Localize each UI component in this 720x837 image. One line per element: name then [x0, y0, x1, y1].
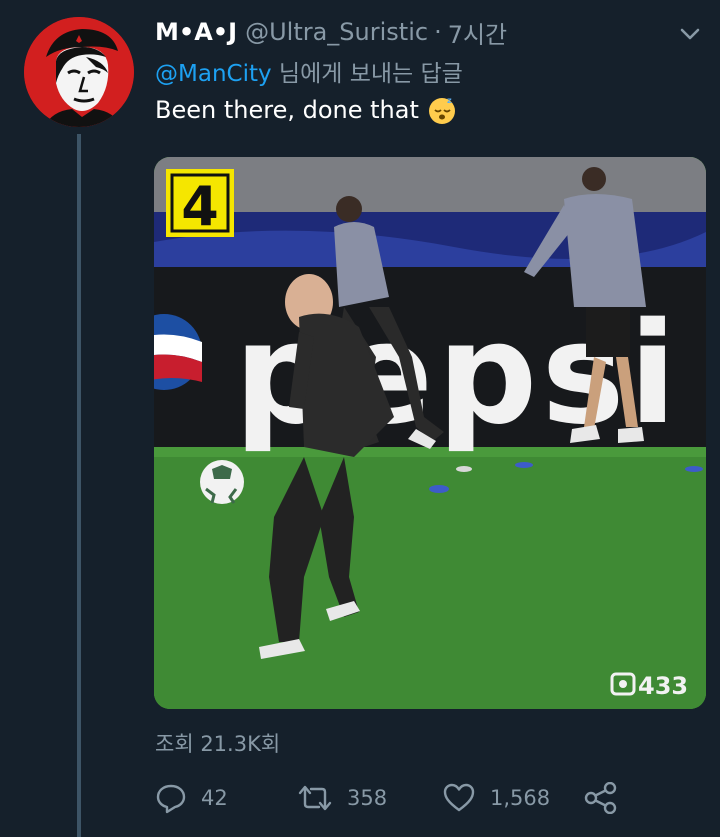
- view-count: 조회 21.3K회: [155, 732, 281, 756]
- share-button[interactable]: [583, 778, 633, 818]
- retweet-count: 358: [347, 786, 388, 810]
- display-name[interactable]: M•A•J: [155, 18, 237, 46]
- tweet[interactable]: M•A•J @Ultra_Suristic · 7시간 @ManCity 님에게…: [0, 0, 720, 837]
- tweet-header: M•A•J @Ultra_Suristic · 7시간: [155, 14, 660, 50]
- svg-text:z: z: [447, 96, 452, 105]
- reply-icon: [156, 784, 186, 814]
- reply-mention-link[interactable]: @ManCity: [155, 61, 272, 87]
- reply-to-line: @ManCity 님에게 보내는 답글: [155, 54, 463, 88]
- like-count: 1,568: [490, 786, 551, 810]
- tweet-text: Been there, done that z: [155, 95, 457, 125]
- ranking-number: 4: [181, 175, 219, 238]
- reply-button[interactable]: 42: [155, 778, 228, 818]
- watermark-text: 433: [638, 672, 688, 700]
- video-media[interactable]: pepsi 4 433: [154, 157, 706, 709]
- chevron-down-icon[interactable]: [676, 20, 704, 48]
- retweet-icon: [298, 785, 332, 811]
- avatar-portrait-icon: [24, 17, 134, 127]
- soccer-ball: [200, 460, 244, 504]
- heart-icon: [443, 783, 475, 812]
- user-handle[interactable]: @Ultra_Suristic: [245, 18, 428, 46]
- reply-suffix: 님에게 보내는 답글: [271, 61, 463, 87]
- thread-line: [77, 134, 81, 837]
- sleeping-face-icon: z: [428, 96, 455, 124]
- retweet-button[interactable]: 358: [297, 778, 387, 818]
- share-icon: [584, 782, 617, 814]
- separator: ·: [434, 18, 442, 46]
- timestamp[interactable]: 7시간: [448, 15, 507, 50]
- like-button[interactable]: 1,568: [442, 778, 550, 818]
- avatar[interactable]: [24, 17, 134, 127]
- tweet-body: Been there, done that: [155, 96, 419, 124]
- video-frame: pepsi 4 433: [154, 157, 706, 709]
- reply-count: 42: [201, 786, 228, 810]
- action-bar: 42 358 1,568: [155, 778, 635, 818]
